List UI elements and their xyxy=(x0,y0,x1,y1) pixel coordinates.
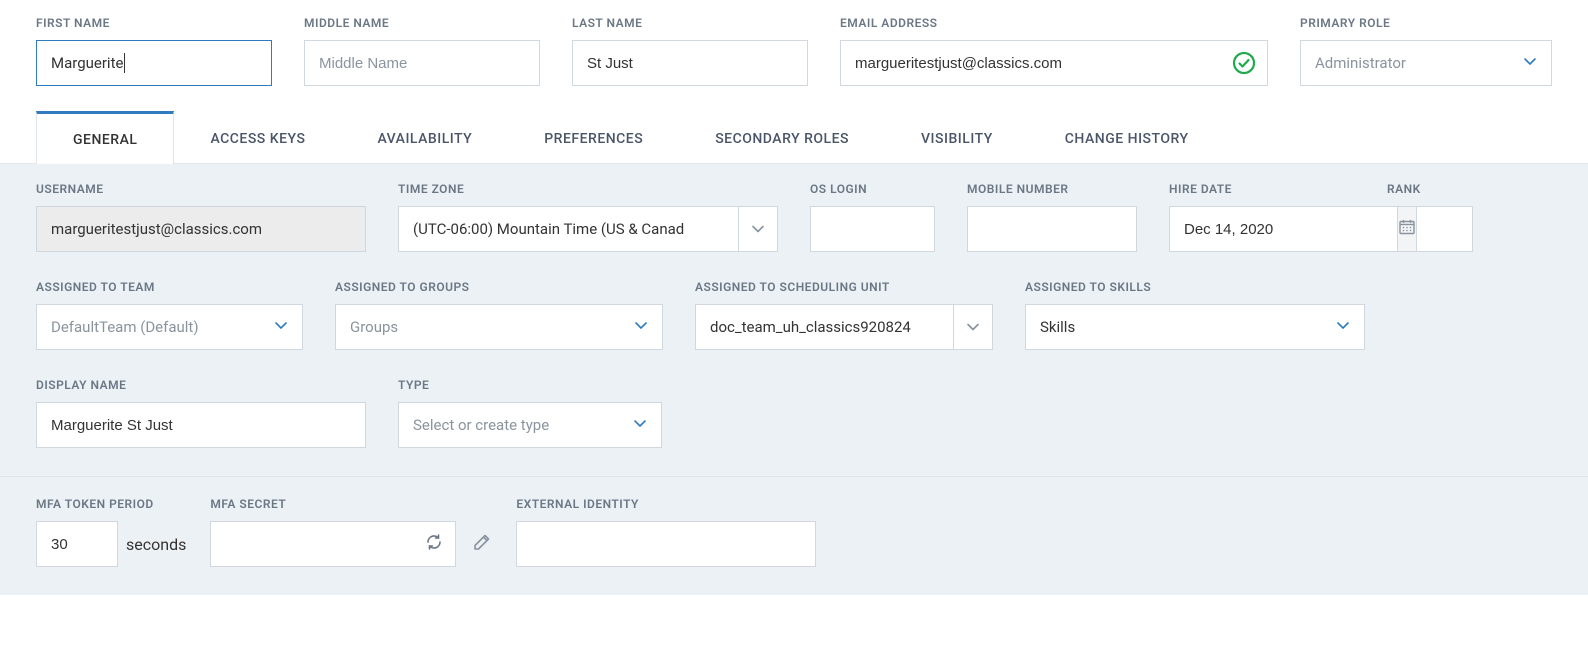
display-name-label: DISPLAY NAME xyxy=(36,378,366,392)
email-group: EMAIL ADDRESS xyxy=(840,16,1268,86)
tab-preferences[interactable]: PREFERENCES xyxy=(508,110,679,163)
os-login-input[interactable] xyxy=(810,206,935,252)
text-cursor xyxy=(124,53,125,73)
middle-name-input[interactable] xyxy=(304,40,540,86)
mobile-number-group: MOBILE NUMBER xyxy=(967,182,1137,252)
calendar-button[interactable] xyxy=(1397,206,1417,252)
time-zone-label: TIME ZONE xyxy=(398,182,778,196)
type-group: TYPE Select or create type xyxy=(398,378,662,448)
tab-access-keys[interactable]: ACCESS KEYS xyxy=(174,110,341,163)
assigned-scheduling-value: doc_team_uh_classics920824 xyxy=(695,304,953,350)
general-row-2: ASSIGNED TO TEAM DefaultTeam (Default) A… xyxy=(36,280,1552,350)
assigned-team-value: DefaultTeam (Default) xyxy=(51,318,199,336)
primary-role-value: Administrator xyxy=(1315,54,1406,72)
refresh-icon[interactable] xyxy=(425,533,443,555)
chevron-down-icon xyxy=(274,318,288,337)
mobile-number-label: MOBILE NUMBER xyxy=(967,182,1137,196)
username-group: USERNAME margueritestjust@classics.com xyxy=(36,182,366,252)
assigned-skills-value: Skills xyxy=(1040,318,1075,336)
mfa-token-period-input[interactable] xyxy=(36,521,118,567)
time-zone-group: TIME ZONE (UTC-06:00) Mountain Time (US … xyxy=(398,182,778,252)
user-identity-row: FIRST NAME Marguerite MIDDLE NAME LAST N… xyxy=(0,0,1588,110)
assigned-skills-group: ASSIGNED TO SKILLS Skills xyxy=(1025,280,1365,350)
external-identity-label: EXTERNAL IDENTITY xyxy=(516,497,816,511)
tab-secondary-roles[interactable]: SECONDARY ROLES xyxy=(679,110,885,163)
assigned-team-select[interactable]: DefaultTeam (Default) xyxy=(36,304,303,350)
last-name-input[interactable] xyxy=(572,40,808,86)
assigned-scheduling-label: ASSIGNED TO SCHEDULING UNIT xyxy=(695,280,993,294)
os-login-group: OS LOGIN xyxy=(810,182,935,252)
seconds-unit-text: seconds xyxy=(126,535,186,554)
type-label: TYPE xyxy=(398,378,662,392)
first-name-input[interactable]: Marguerite xyxy=(36,40,272,86)
time-zone-dropdown-button[interactable] xyxy=(738,206,778,252)
check-circle-icon xyxy=(1232,51,1256,75)
pencil-icon[interactable] xyxy=(472,532,492,556)
tabs-row: GENERAL ACCESS KEYS AVAILABILITY PREFERE… xyxy=(0,110,1588,164)
hire-date-group: HIRE DATE xyxy=(1169,182,1355,252)
calendar-icon xyxy=(1398,218,1416,240)
external-identity-group: EXTERNAL IDENTITY xyxy=(516,497,816,567)
first-name-group: FIRST NAME Marguerite xyxy=(36,16,272,86)
mfa-token-period-label: MFA TOKEN PERIOD xyxy=(36,497,186,511)
general-row-1: USERNAME margueritestjust@classics.com T… xyxy=(36,182,1552,252)
mfa-secret-group: MFA SECRET xyxy=(210,497,492,567)
type-select[interactable]: Select or create type xyxy=(398,402,662,448)
tab-general[interactable]: GENERAL xyxy=(36,111,174,164)
chevron-down-icon xyxy=(1523,54,1537,73)
last-name-label: LAST NAME xyxy=(572,16,808,30)
tab-visibility[interactable]: VISIBILITY xyxy=(885,110,1029,163)
last-name-group: LAST NAME xyxy=(572,16,808,86)
middle-name-label: MIDDLE NAME xyxy=(304,16,540,30)
type-value: Select or create type xyxy=(413,416,549,434)
assigned-scheduling-group: ASSIGNED TO SCHEDULING UNIT doc_team_uh_… xyxy=(695,280,993,350)
hire-date-label: HIRE DATE xyxy=(1169,182,1355,196)
time-zone-value: (UTC-06:00) Mountain Time (US & Canad xyxy=(398,206,738,252)
chevron-down-icon xyxy=(634,318,648,337)
mfa-secret-input[interactable] xyxy=(210,521,456,567)
mfa-secret-label: MFA SECRET xyxy=(210,497,492,511)
os-login-label: OS LOGIN xyxy=(810,182,935,196)
tab-availability[interactable]: AVAILABILITY xyxy=(341,110,508,163)
assigned-team-group: ASSIGNED TO TEAM DefaultTeam (Default) xyxy=(36,280,303,350)
mfa-token-period-group: MFA TOKEN PERIOD seconds xyxy=(36,497,186,567)
primary-role-label: PRIMARY ROLE xyxy=(1300,16,1552,30)
assigned-groups-select[interactable]: Groups xyxy=(335,304,663,350)
chevron-down-icon xyxy=(633,416,647,435)
username-label: USERNAME xyxy=(36,182,366,196)
rank-label: RANK xyxy=(1387,182,1473,196)
email-label: EMAIL ADDRESS xyxy=(840,16,1268,30)
assigned-skills-select[interactable]: Skills xyxy=(1025,304,1365,350)
assigned-groups-value: Groups xyxy=(350,318,398,336)
assigned-groups-group: ASSIGNED TO GROUPS Groups xyxy=(335,280,663,350)
mobile-number-input[interactable] xyxy=(967,206,1137,252)
assigned-groups-label: ASSIGNED TO GROUPS xyxy=(335,280,663,294)
display-name-group: DISPLAY NAME xyxy=(36,378,366,448)
middle-name-group: MIDDLE NAME xyxy=(304,16,540,86)
username-input: margueritestjust@classics.com xyxy=(36,206,366,252)
time-zone-select[interactable]: (UTC-06:00) Mountain Time (US & Canad xyxy=(398,206,778,252)
assigned-scheduling-select[interactable]: doc_team_uh_classics920824 xyxy=(695,304,993,350)
primary-role-group: PRIMARY ROLE Administrator xyxy=(1300,16,1552,86)
hire-date-picker[interactable] xyxy=(1169,206,1355,252)
mfa-section: MFA TOKEN PERIOD seconds MFA SECRET xyxy=(0,476,1588,595)
chevron-down-icon xyxy=(1336,318,1350,337)
assigned-scheduling-dropdown-button[interactable] xyxy=(953,304,993,350)
display-name-input[interactable] xyxy=(36,402,366,448)
assigned-skills-label: ASSIGNED TO SKILLS xyxy=(1025,280,1365,294)
email-input-wrap xyxy=(840,40,1268,86)
tab-change-history[interactable]: CHANGE HISTORY xyxy=(1029,110,1225,163)
general-row-3: DISPLAY NAME TYPE Select or create type xyxy=(36,378,1552,448)
first-name-label: FIRST NAME xyxy=(36,16,272,30)
email-input[interactable] xyxy=(840,40,1268,86)
primary-role-select[interactable]: Administrator xyxy=(1300,40,1552,86)
external-identity-input[interactable] xyxy=(516,521,816,567)
general-tab-content: USERNAME margueritestjust@classics.com T… xyxy=(0,164,1588,476)
assigned-team-label: ASSIGNED TO TEAM xyxy=(36,280,303,294)
hire-date-input[interactable] xyxy=(1169,206,1397,252)
